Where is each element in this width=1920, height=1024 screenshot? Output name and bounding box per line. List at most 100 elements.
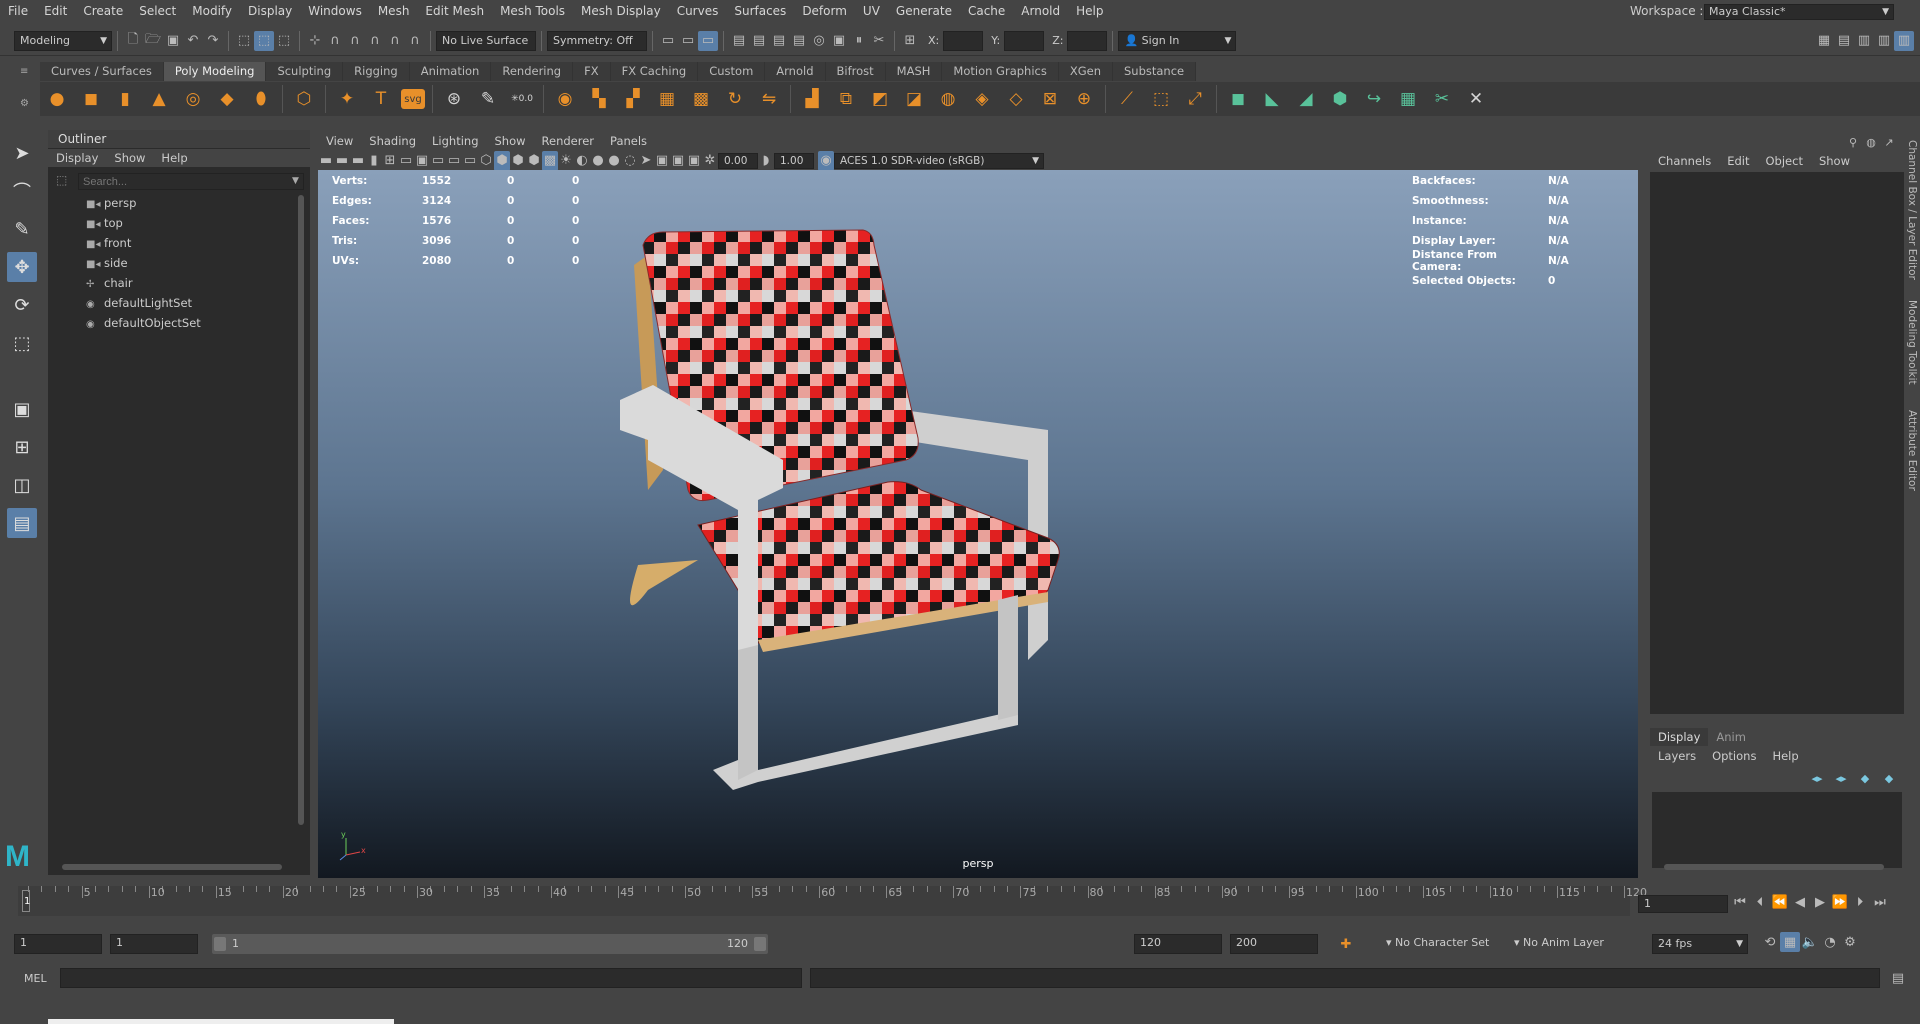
menu-display[interactable]: Display	[240, 0, 300, 23]
two-panel-layout-icon[interactable]: ◫	[7, 470, 37, 500]
gamma-input[interactable]: 1.00	[774, 152, 814, 169]
outliner-menu-help[interactable]: Help	[153, 149, 195, 167]
shelf-tab-sculpting[interactable]: Sculpting	[266, 62, 344, 81]
go-to-start-icon[interactable]: ⏮	[1730, 892, 1750, 912]
menu-generate[interactable]: Generate	[888, 0, 960, 23]
side-tab-attribute-editor[interactable]: Attribute Editor	[1906, 410, 1918, 510]
channel-box-menu-show[interactable]: Show	[1811, 152, 1858, 170]
layer-tab-display[interactable]: Display	[1650, 728, 1709, 746]
outliner-item-persp[interactable]: ■◂ persp	[86, 193, 136, 213]
play-forwards-icon[interactable]: ▶	[1810, 892, 1830, 912]
scale-tool-icon[interactable]: ⬚	[7, 328, 37, 358]
cache-playback-icon[interactable]: ▦	[1780, 932, 1800, 952]
animation-preferences-icon[interactable]: ⚙	[1840, 932, 1860, 952]
shelf-tab-animation[interactable]: Animation	[409, 62, 492, 81]
render-frame-icon[interactable]: ▤	[749, 31, 769, 51]
fill-hole-icon[interactable]: ◪	[900, 85, 928, 113]
command-input[interactable]	[60, 968, 802, 988]
poly-type-icon[interactable]: T	[367, 85, 395, 113]
layer-menu-help[interactable]: Help	[1764, 747, 1806, 765]
animation-start-input[interactable]: 1	[14, 934, 102, 954]
bookmark-icon[interactable]: ▬	[350, 151, 366, 171]
step-back-frame-icon[interactable]: ⏴	[1750, 892, 1770, 912]
outliner-item-front[interactable]: ■◂ front	[86, 233, 131, 253]
move-tool-icon[interactable]: ✥	[7, 252, 37, 282]
menu-select[interactable]: Select	[131, 0, 184, 23]
motion-blur-icon[interactable]: ●	[606, 151, 622, 171]
layer-tab-anim[interactable]: Anim	[1708, 728, 1754, 746]
lasso-tool-icon[interactable]: ⌒	[7, 176, 37, 206]
move-layer-down-icon[interactable]: ◂▸	[1829, 768, 1853, 788]
animation-end-input[interactable]: 200	[1230, 934, 1318, 954]
shelf-tab-curves-surfaces[interactable]: Curves / Surfaces	[40, 62, 164, 81]
color-management-icon[interactable]: ◉	[818, 150, 834, 171]
shelf-tab-mash[interactable]: MASH	[885, 62, 943, 81]
select-object-icon[interactable]: ⬚	[254, 30, 274, 51]
x-input[interactable]	[943, 30, 984, 51]
perspective-viewport[interactable]: Verts: 1552 0 0 Edges: 3124 0 0 Faces: 1576 0 0 T…	[318, 170, 1638, 878]
channel-box-toggle-icon[interactable]: ▥	[1874, 31, 1894, 51]
target-weld-icon[interactable]: ⊕	[1070, 85, 1098, 113]
exposure-input[interactable]: 0.00	[718, 152, 758, 169]
snap-live-icon[interactable]: ∩	[405, 31, 425, 51]
search-filter-icon[interactable]: ⬚	[56, 173, 72, 189]
snap-point-icon[interactable]: ∩	[345, 31, 365, 51]
uv-unfold-icon[interactable]: ↪	[1360, 85, 1388, 113]
select-hierarchy-icon[interactable]: ⬚	[234, 31, 254, 51]
poly-cylinder-icon[interactable]: ▮	[111, 85, 139, 113]
frame-selection-icon[interactable]: ▣	[686, 151, 702, 171]
menu-edit[interactable]: Edit	[36, 0, 75, 23]
go-to-end-icon[interactable]: ⏭	[1870, 892, 1890, 912]
sign-in-dropdown[interactable]: 👤 Sign In ▼	[1118, 30, 1237, 51]
super-shape-icon[interactable]: ✦	[333, 85, 361, 113]
shelf-tab-substance[interactable]: Substance	[1113, 62, 1197, 81]
shelf-tab-arnold[interactable]: Arnold	[765, 62, 826, 81]
camera-attributes-icon[interactable]: ▬	[334, 151, 350, 171]
collapse-icon[interactable]: ◇	[1002, 85, 1030, 113]
select-component-icon[interactable]: ⬚	[274, 31, 294, 51]
construction-history-icon[interactable]: ▭	[658, 31, 678, 51]
menu-deform[interactable]: Deform	[794, 0, 855, 23]
chair-model[interactable]	[318, 170, 1638, 878]
step-back-key-icon[interactable]: ⏪	[1770, 892, 1790, 912]
outliner-vertical-scrollbar[interactable]	[298, 195, 304, 825]
auto-key-icon[interactable]: ✚	[1336, 934, 1356, 954]
bevel-icon[interactable]: ◩	[866, 85, 894, 113]
range-slider-bar[interactable]: 1 120	[212, 934, 768, 954]
select-tool-icon[interactable]: ➤	[7, 138, 37, 168]
shelf-settings-icon[interactable]: ⚙	[20, 98, 32, 110]
outliner-item-side[interactable]: ■◂ side	[86, 253, 128, 273]
separate-icon[interactable]: ▚	[585, 85, 613, 113]
outliner-search-input[interactable]	[78, 173, 304, 190]
range-end-handle[interactable]	[754, 937, 766, 951]
menu-edit-mesh[interactable]: Edit Mesh	[417, 0, 492, 23]
wireframe-on-shaded-icon[interactable]: ⬢	[510, 151, 526, 171]
channel-box-menu-object[interactable]: Object	[1758, 152, 1811, 170]
snap-curve-icon[interactable]: ∩	[325, 31, 345, 51]
menu-surfaces[interactable]: Surfaces	[726, 0, 794, 23]
side-tab-modeling-toolkit[interactable]: Modeling Toolkit	[1906, 300, 1918, 420]
shelf-tab-custom[interactable]: Custom	[698, 62, 766, 81]
exposure-icon[interactable]: ✲	[702, 151, 718, 171]
menu-help[interactable]: Help	[1068, 0, 1111, 23]
menu-file[interactable]: File	[0, 0, 36, 23]
lights-icon[interactable]: ☀	[558, 151, 574, 171]
cut-uv-icon[interactable]: ✂	[1428, 85, 1456, 113]
snap-view-icon[interactable]: ∩	[365, 31, 385, 51]
character-set-dropdown[interactable]: ▾ No Character Set	[1386, 936, 1489, 949]
channel-box-menu-edit[interactable]: Edit	[1719, 152, 1757, 170]
new-layer-selected-icon[interactable]: ◆	[1877, 768, 1901, 788]
viewport-menu-renderer[interactable]: Renderer	[534, 132, 603, 150]
poke-icon[interactable]: ◈	[968, 85, 996, 113]
shelf-tab-fx-caching[interactable]: FX Caching	[610, 62, 699, 81]
safe-action-icon[interactable]: ▭	[462, 151, 478, 171]
slide-edge-icon[interactable]: ⤢	[1181, 85, 1209, 113]
poly-torus-icon[interactable]: ◎	[179, 85, 207, 113]
shelf-tab-rigging[interactable]: Rigging	[343, 62, 410, 81]
render-view-icon[interactable]: ▤	[729, 31, 749, 51]
outliner-item-defaultlightset[interactable]: ◉ defaultLightSet	[86, 293, 192, 313]
view-transform-dropdown[interactable]: ACES 1.0 SDR-video (sRGB) ▼	[834, 152, 1044, 169]
pause-icon[interactable]: ⏸	[849, 31, 869, 51]
viewport-menu-panels[interactable]: Panels	[602, 132, 655, 150]
shelf-tab-bifrost[interactable]: Bifrost	[825, 62, 886, 81]
